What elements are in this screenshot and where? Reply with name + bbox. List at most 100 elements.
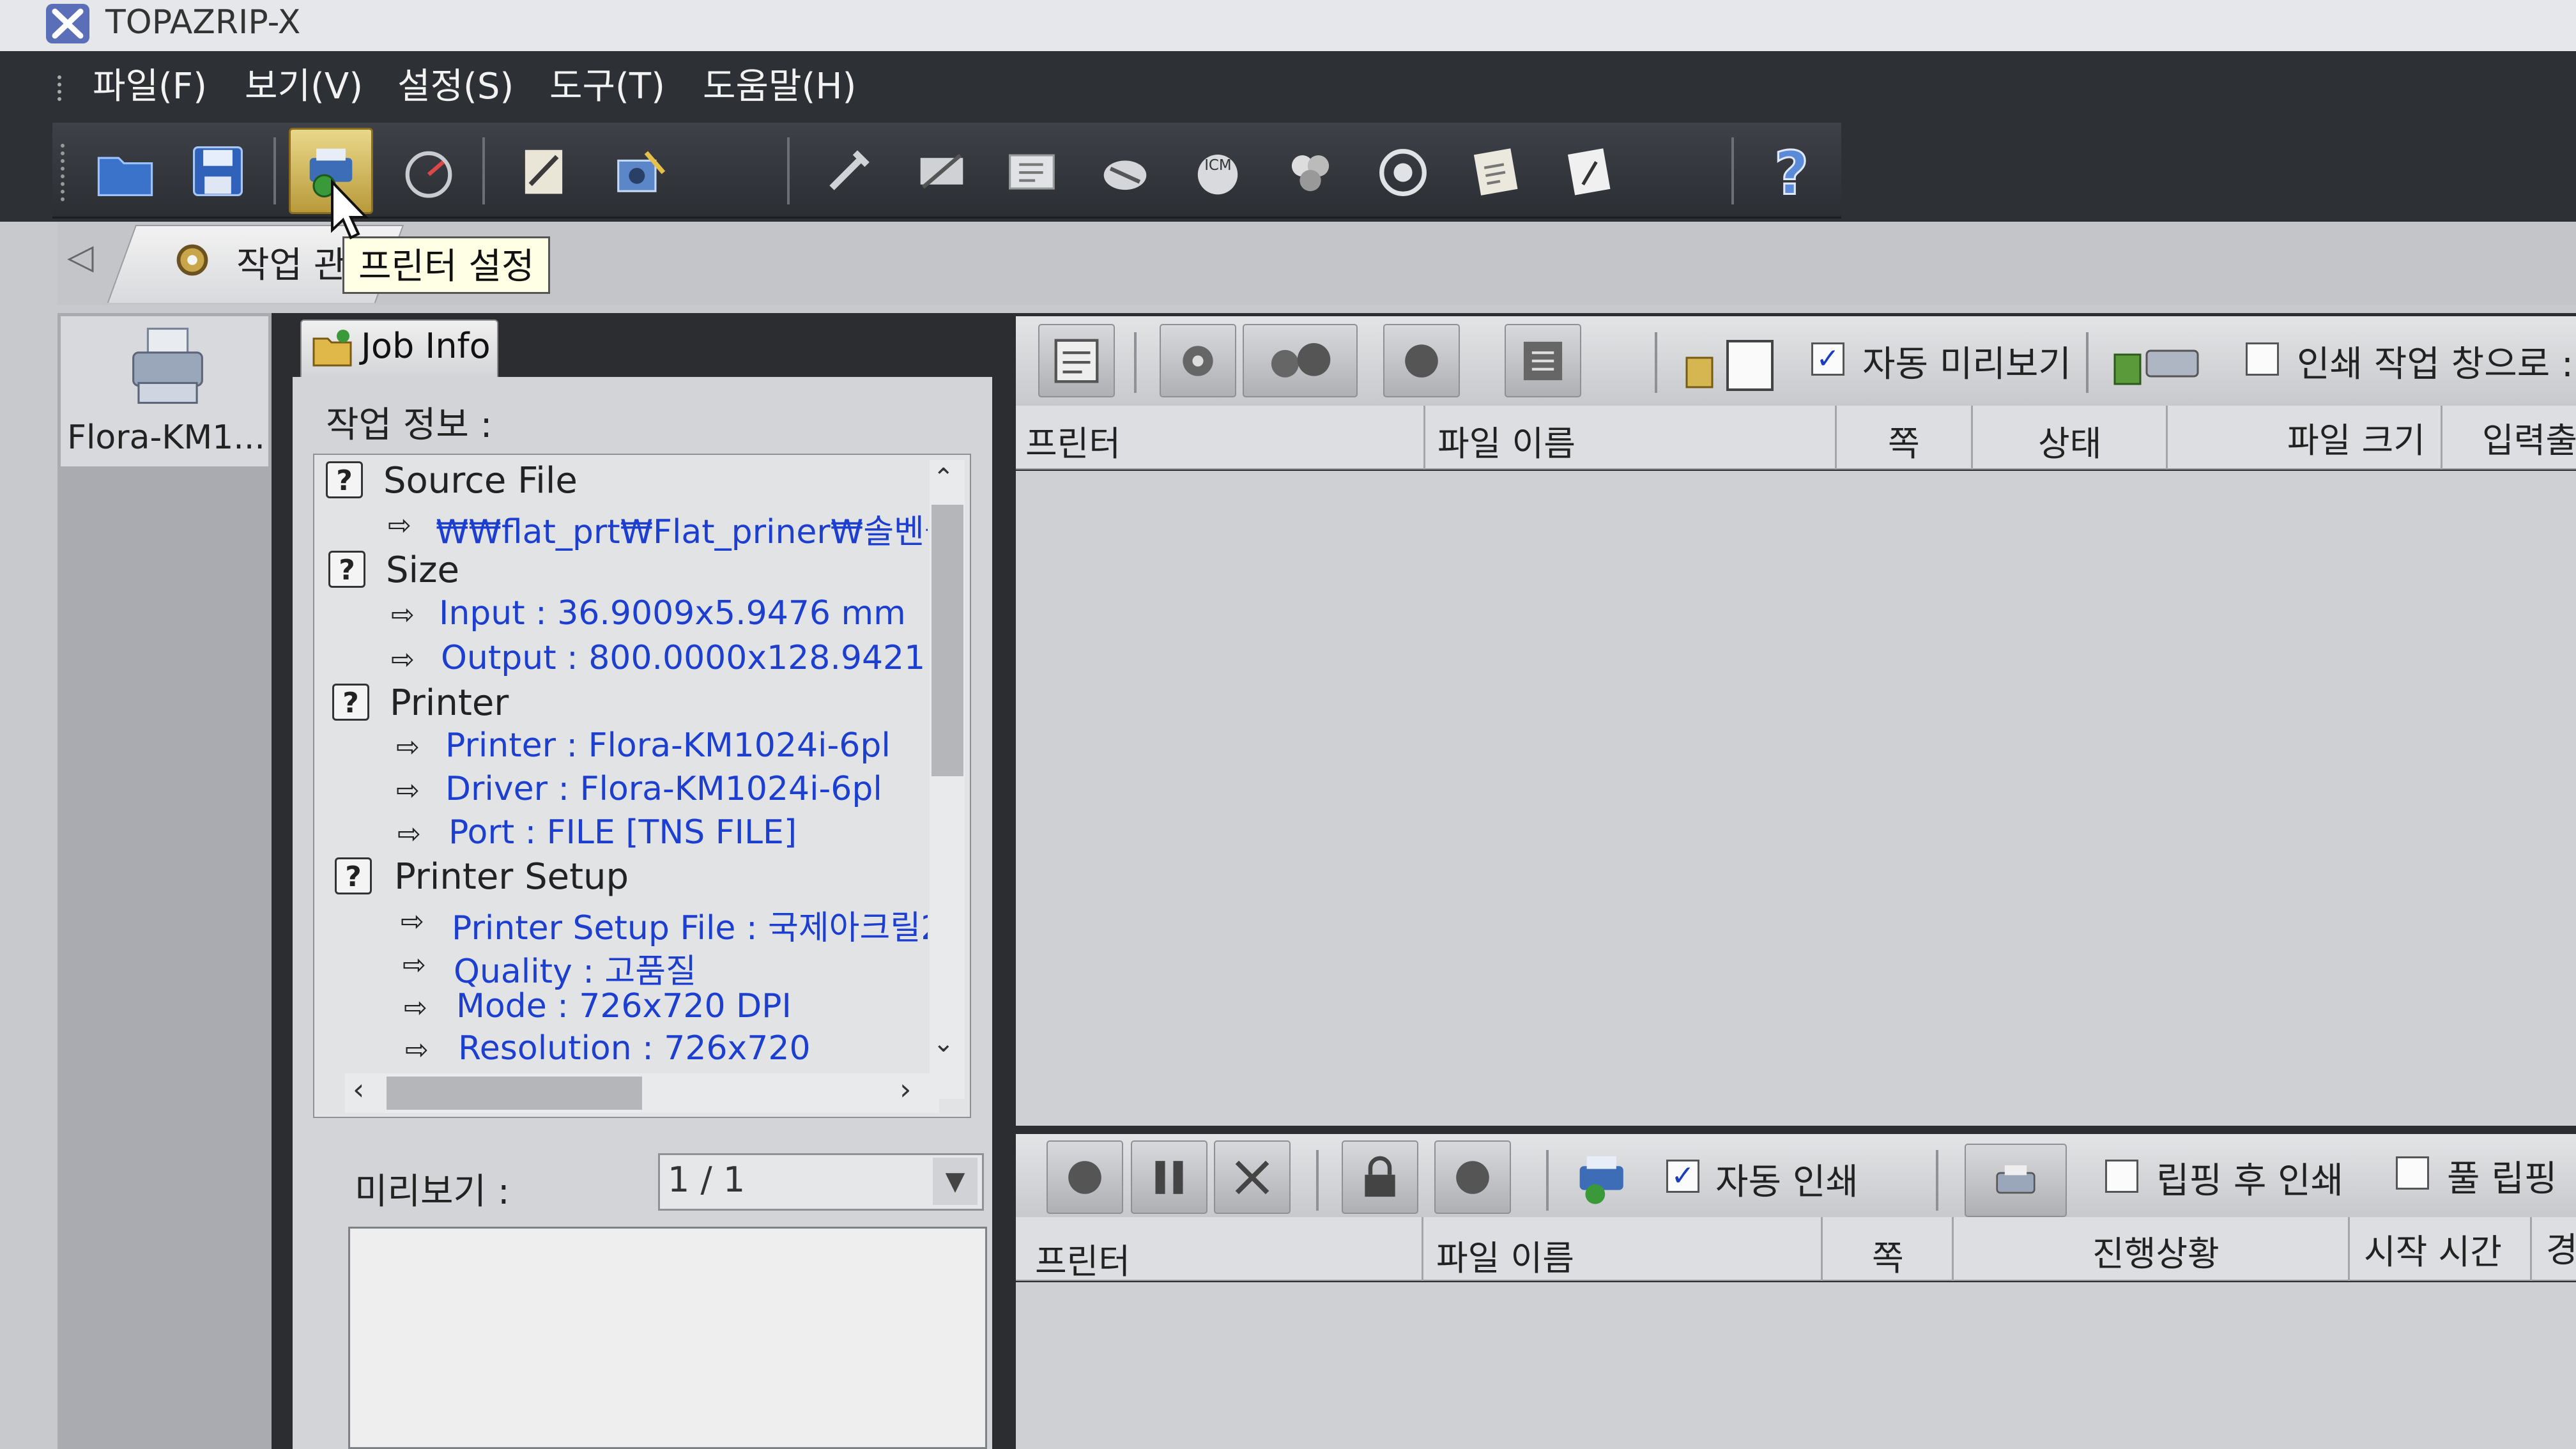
column-separator[interactable] (1423, 406, 1425, 470)
camera-tool-button[interactable] (597, 128, 682, 214)
tree-arrow-icon: ⇨ (402, 949, 426, 981)
tree-item[interactable]: Mode : 726x720 DPI (456, 987, 792, 1025)
printer-setup-icon[interactable] (1568, 1144, 1639, 1214)
tab-scroll-left-icon[interactable]: ◁ (67, 236, 94, 277)
column-file-size[interactable]: 파일 크기 (2287, 412, 2425, 463)
column-start-time[interactable]: 시작 시간 (2364, 1223, 2502, 1274)
lock-icon (1365, 1156, 1395, 1197)
rip-stop-button[interactable] (1383, 324, 1460, 397)
chevron-down-icon[interactable]: ▼ (933, 1158, 977, 1205)
column-separator[interactable] (1835, 406, 1837, 470)
edit-button[interactable] (1546, 128, 1630, 214)
full-rip-label: 풀 립핑 (2447, 1158, 2557, 1200)
column-filename[interactable]: 파일 이름 (1436, 1230, 1574, 1280)
notepad-button[interactable] (1453, 128, 1538, 214)
column-progress[interactable]: 진행상황 (2092, 1225, 2220, 1276)
column-status[interactable]: 상태 (2038, 415, 2101, 466)
help-button[interactable]: ? (1751, 128, 1835, 214)
rip-queue-settings-button[interactable] (1505, 324, 1581, 397)
job-info-heading: 작업 정보 : (326, 404, 493, 446)
auto-print-checkbox[interactable]: ✓ (1666, 1160, 1699, 1193)
column-separator[interactable] (1952, 1217, 1954, 1281)
column-page[interactable]: 쪽 (1872, 1230, 1904, 1280)
print-stop-button[interactable] (1434, 1140, 1511, 1214)
column-printer[interactable]: 프린터 (1025, 415, 1121, 466)
column-input-output[interactable]: 입력출 (2482, 412, 2576, 463)
column-printer[interactable]: 프린터 (1035, 1233, 1130, 1284)
list-window-icon (1054, 339, 1099, 383)
column-separator[interactable] (1422, 1217, 1423, 1281)
column-separator[interactable] (2530, 1217, 2532, 1281)
full-rip-checkbox[interactable] (2396, 1156, 2429, 1190)
icm-button[interactable]: ICM (1176, 128, 1260, 214)
gauge-button[interactable] (387, 128, 471, 214)
tool3-button[interactable] (990, 128, 1075, 214)
tree-category-source-file[interactable]: Source File (383, 460, 578, 502)
print-window-checkbox[interactable] (2246, 342, 2279, 376)
tree-item[interactable]: Printer : Flora-KM1024i-6pl (445, 726, 891, 765)
print-window-icon[interactable] (2108, 329, 2204, 393)
print-queue-list[interactable] (1016, 1282, 2576, 1449)
tree-item[interactable]: Port : FILE [TNS FILE] (448, 813, 797, 852)
column-filename[interactable]: 파일 이름 (1438, 415, 1575, 466)
print-start-button[interactable] (1046, 1140, 1123, 1214)
edit-icon (1567, 148, 1611, 195)
menu-file[interactable]: 파일(F) (93, 51, 207, 123)
color-button[interactable] (1268, 128, 1353, 214)
column-separator[interactable] (2166, 406, 2168, 470)
column-page[interactable]: 쪽 (1888, 415, 1920, 466)
help-icon: ? (1773, 138, 1809, 204)
tree-item[interactable]: Quality : 고품질 (454, 944, 696, 992)
scroll-left-icon[interactable]: ‹ (353, 1072, 364, 1107)
toolbar-grip (61, 144, 67, 201)
scroll-right-icon[interactable]: › (900, 1072, 911, 1107)
pen-tool-button[interactable] (502, 128, 586, 214)
auto-preview-checkbox[interactable]: ✓ (1811, 342, 1844, 376)
job-properties-button[interactable] (1038, 324, 1115, 397)
save-button[interactable] (176, 128, 260, 214)
lock-button[interactable] (1342, 1140, 1418, 1214)
column-separator[interactable] (1821, 1217, 1823, 1281)
folder-info-icon (312, 330, 352, 367)
tree-category-printer-setup[interactable]: Printer Setup (394, 856, 629, 898)
tree-vertical-scroll-thumb[interactable] (931, 505, 963, 776)
tool3-icon (1009, 153, 1055, 190)
cancel-button[interactable] (1214, 1140, 1291, 1214)
svg-text:?: ? (1774, 139, 1809, 204)
rip-start-button[interactable] (1160, 324, 1236, 397)
icm-icon: ICM (1197, 154, 1238, 194)
window-toggle-icon[interactable] (1680, 332, 1776, 396)
tool4-button[interactable] (1083, 128, 1167, 214)
column-separator[interactable] (1971, 406, 1973, 470)
column-separator[interactable] (2348, 1217, 2350, 1281)
menu-view[interactable]: 보기(V) (245, 51, 363, 123)
tool1-button[interactable] (806, 128, 891, 214)
tree-item[interactable]: Resolution : 726x720 (458, 1029, 811, 1068)
rip-queue-list[interactable] (1016, 471, 2576, 1126)
tool2-button[interactable] (900, 128, 984, 214)
tree-item[interactable]: Driver : Flora-KM1024i-6pl (445, 770, 882, 808)
menu-help[interactable]: 도움말(H) (703, 51, 856, 123)
menu-tools[interactable]: 도구(T) (549, 51, 665, 123)
print-after-rip-label: 립핑 후 인쇄 (2156, 1160, 2344, 1202)
tree-item[interactable]: ₩₩flat_prt₩Flat_priner₩솔벤출 (436, 505, 928, 553)
tree-category-printer[interactable]: Printer (390, 682, 509, 724)
tree-item[interactable]: Printer Setup File : 국제아크릴2 (452, 901, 928, 949)
scroll-up-icon[interactable]: ⌃ (933, 463, 954, 493)
tree-item[interactable]: Output : 800.0000x128.9421 mm (441, 639, 928, 677)
rip-all-button[interactable] (1243, 324, 1358, 397)
column-elapsed[interactable]: 경 (2546, 1222, 2576, 1272)
print-queue-printer-button[interactable] (1965, 1144, 2067, 1217)
print-queue-header (1016, 1217, 2576, 1281)
tree-horizontal-scroll-thumb[interactable] (387, 1077, 642, 1110)
menu-settings[interactable]: 설정(S) (397, 51, 514, 123)
auto-preview-label: 자동 미리보기 (1862, 344, 2071, 385)
scroll-down-icon[interactable]: ⌄ (933, 1029, 954, 1058)
target-button[interactable] (1361, 128, 1445, 214)
print-after-rip-checkbox[interactable] (2105, 1160, 2138, 1193)
pause-button[interactable] (1131, 1140, 1208, 1214)
tree-item[interactable]: Input : 36.9009x5.9476 mm (439, 594, 906, 632)
open-file-button[interactable] (83, 128, 167, 214)
column-separator[interactable] (2441, 406, 2442, 470)
tree-category-size[interactable]: Size (386, 549, 459, 591)
